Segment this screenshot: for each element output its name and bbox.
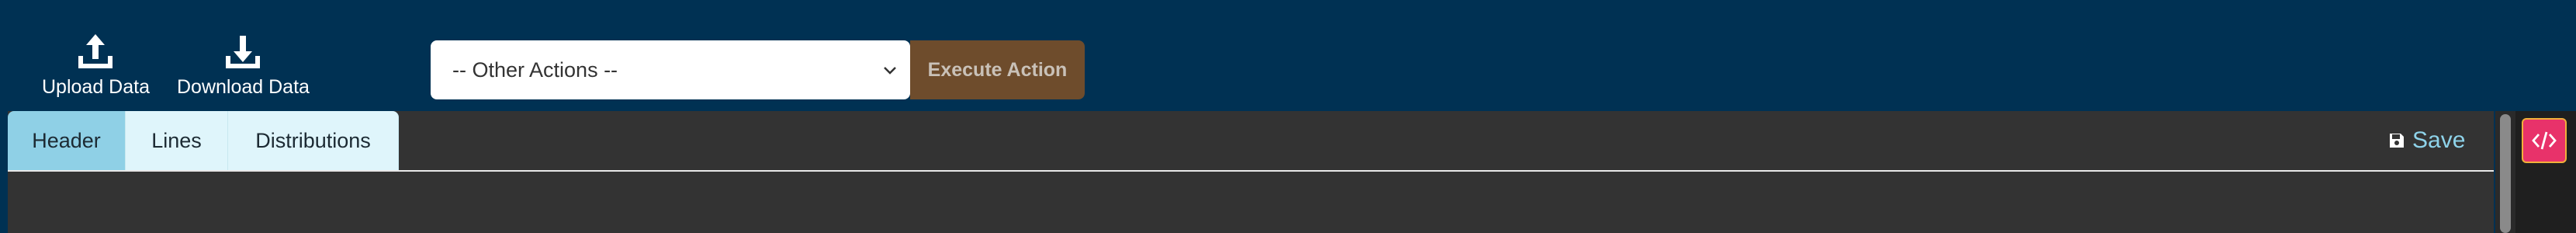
tab-lines[interactable]: Lines <box>126 111 228 170</box>
tab-header[interactable]: Header <box>8 111 126 170</box>
tab-bar: Header Lines Distributions <box>8 111 399 170</box>
tab-distributions[interactable]: Distributions <box>228 111 399 170</box>
editor-panel: Header Lines Distributions Save <box>8 111 2494 233</box>
code-icon <box>2532 131 2557 150</box>
download-data-label: Download Data <box>177 76 310 98</box>
floppy-disk-icon <box>2390 134 2404 148</box>
scrollbar-thumb[interactable] <box>2500 114 2511 233</box>
download-data-button[interactable]: Download Data <box>177 31 310 99</box>
other-actions-select[interactable]: -- Other Actions -- <box>431 40 910 99</box>
execute-action-button[interactable]: Execute Action <box>910 40 1085 99</box>
code-view-button[interactable] <box>2522 118 2567 163</box>
download-icon <box>226 36 261 68</box>
other-actions-value: -- Other Actions -- <box>452 57 618 82</box>
save-button[interactable]: Save <box>2387 125 2465 156</box>
top-toolbar: Upload Data Download Data -- Other Actio… <box>0 0 2576 111</box>
vertical-scrollbar[interactable] <box>2495 111 2515 233</box>
upload-data-label: Upload Data <box>42 76 150 98</box>
tab-divider <box>8 170 2494 172</box>
upload-icon <box>78 34 113 68</box>
save-label: Save <box>2412 127 2466 153</box>
upload-data-button[interactable]: Upload Data <box>42 31 150 99</box>
chevron-down-icon <box>884 67 896 75</box>
